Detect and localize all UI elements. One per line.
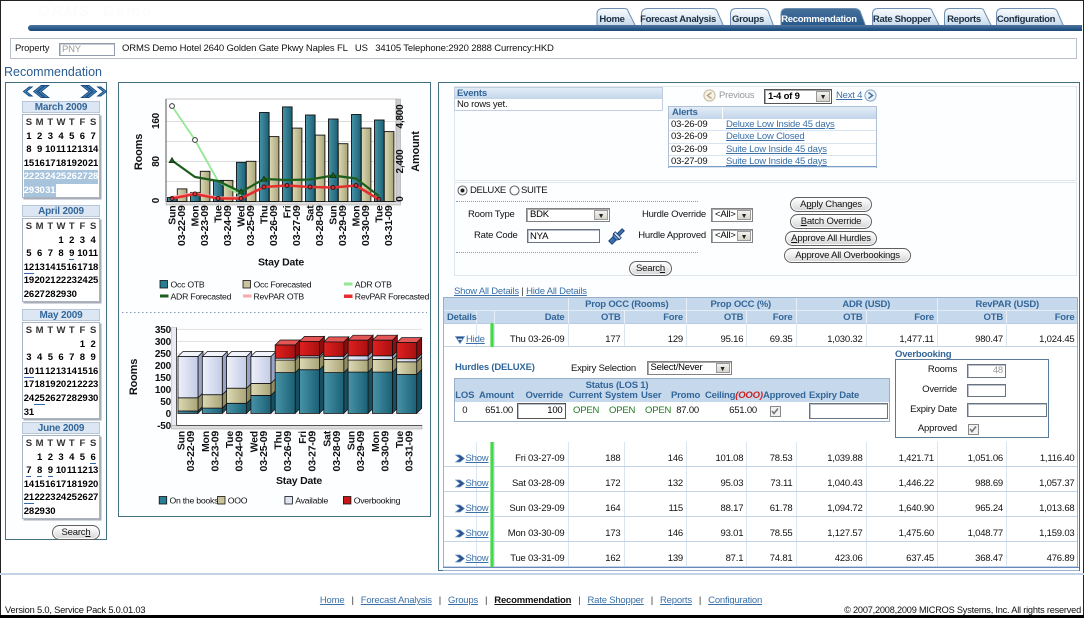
svg-text:03-30-09: 03-30-09 [360, 205, 372, 246]
svg-text:Occ Forecasted: Occ Forecasted [254, 280, 312, 290]
svg-text:Stay Date: Stay Date [258, 257, 304, 269]
svg-text:03-30-09: 03-30-09 [379, 431, 391, 472]
svg-text:03-24-09: 03-24-09 [222, 205, 234, 246]
svg-text:0: 0 [166, 409, 172, 420]
svg-text:0: 0 [395, 196, 406, 202]
svg-text:Rooms: Rooms [133, 134, 145, 170]
svg-text:200: 200 [155, 361, 172, 372]
svg-text:Amount: Amount [410, 131, 422, 172]
svg-text:03-31-09: 03-31-09 [383, 205, 395, 246]
svg-text:Reports: Reports [947, 14, 981, 25]
svg-text:160: 160 [151, 112, 162, 129]
svg-text:Groups: Groups [732, 14, 764, 25]
svg-text:03-29-09: 03-29-09 [337, 205, 349, 246]
svg-text:-50: -50 [157, 421, 171, 432]
svg-text:ADR Forecasted: ADR Forecasted [171, 292, 232, 302]
svg-text:Overbooking: Overbooking [354, 496, 401, 506]
svg-text:Recommendation: Recommendation [781, 14, 857, 25]
svg-text:03-26-09: 03-26-09 [282, 431, 294, 472]
svg-text:Forecast Analysis: Forecast Analysis [640, 14, 716, 25]
svg-text:50: 50 [160, 397, 171, 408]
svg-text:80: 80 [151, 156, 162, 167]
svg-text:03-25-09: 03-25-09 [245, 205, 257, 246]
svg-text:150: 150 [155, 373, 172, 384]
svg-text:Rooms: Rooms [128, 359, 140, 395]
svg-text:03-22-09: 03-22-09 [176, 205, 188, 246]
svg-text:03-23-09: 03-23-09 [209, 431, 221, 472]
svg-text:Occ OTB: Occ OTB [171, 280, 205, 290]
svg-text:250: 250 [155, 349, 172, 360]
svg-text:03-25-09: 03-25-09 [258, 431, 270, 472]
svg-text:03-28-09: 03-28-09 [314, 205, 326, 246]
svg-text:350: 350 [155, 325, 172, 336]
svg-text:03-28-09: 03-28-09 [331, 431, 343, 472]
svg-text:03-26-09: 03-26-09 [268, 205, 280, 246]
svg-text:03-31-09: 03-31-09 [404, 431, 416, 472]
svg-text:ADR OTB: ADR OTB [355, 280, 392, 290]
svg-text:300: 300 [155, 337, 172, 348]
svg-text:Available: Available [295, 496, 328, 506]
svg-text:On the books: On the books [170, 496, 220, 506]
svg-text:0: 0 [151, 197, 162, 203]
svg-text:100: 100 [155, 385, 172, 396]
svg-text:RevPAR Forecasted: RevPAR Forecasted [355, 292, 430, 302]
svg-text:RevPAR OTB: RevPAR OTB [254, 292, 305, 302]
svg-text:03-22-09: 03-22-09 [185, 431, 197, 472]
svg-text:Home: Home [599, 14, 624, 25]
svg-text:03-29-09: 03-29-09 [355, 431, 367, 472]
svg-text:OOO: OOO [228, 496, 248, 506]
svg-text:03-27-09: 03-27-09 [291, 205, 303, 246]
svg-text:03-27-09: 03-27-09 [307, 431, 319, 472]
svg-text:2,400: 2,400 [395, 149, 406, 174]
svg-text:Configuration: Configuration [997, 14, 1056, 25]
svg-text:Stay Date: Stay Date [276, 475, 322, 487]
svg-text:03-24-09: 03-24-09 [234, 431, 246, 472]
svg-text:03-23-09: 03-23-09 [199, 205, 211, 246]
svg-text:4,800: 4,800 [395, 104, 406, 129]
svg-text:Rate Shopper: Rate Shopper [873, 14, 932, 25]
